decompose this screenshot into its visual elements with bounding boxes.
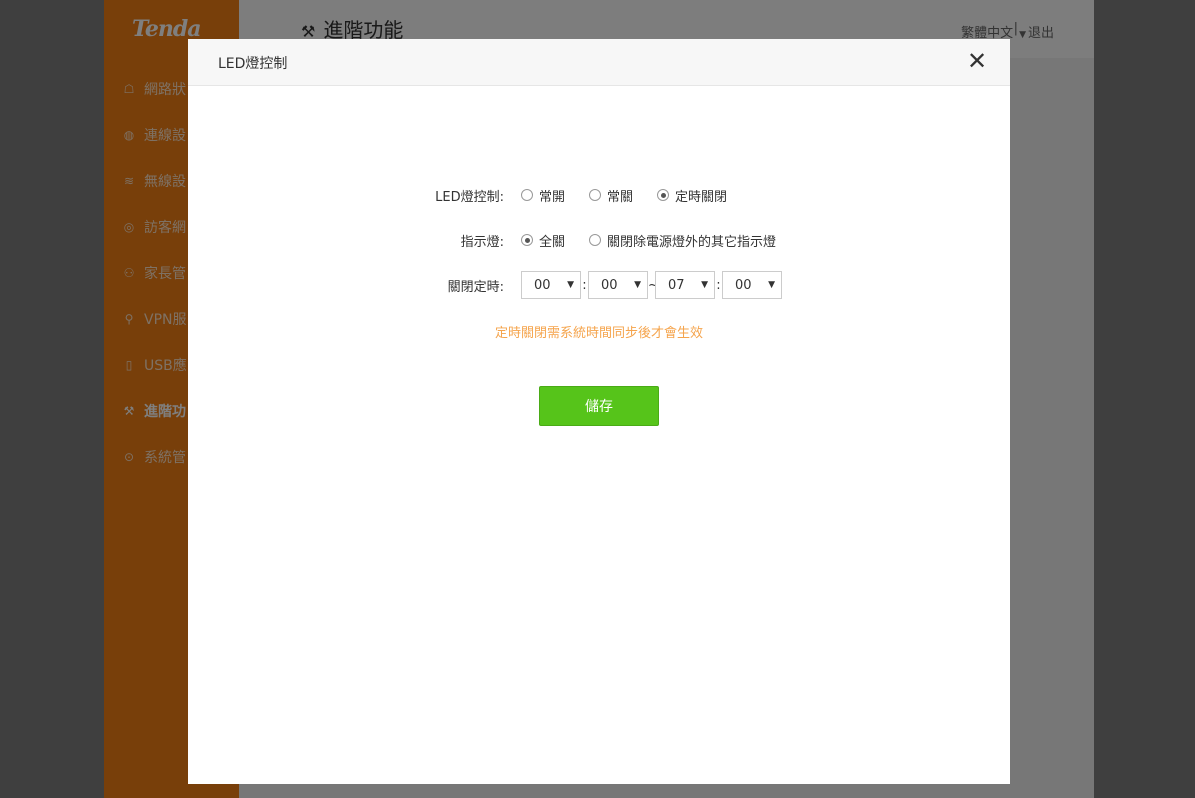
indicator-label: 指示燈: <box>460 234 504 250</box>
dropdown-arrow-icon: ▼ <box>768 280 775 290</box>
modal-header: LED燈控制 ✕ <box>188 39 1010 86</box>
close-icon: ✕ <box>966 48 988 75</box>
select-value: 07 <box>668 277 685 293</box>
led-scheduled-off-radio[interactable]: 定時關閉 <box>657 186 727 205</box>
led-control-label: LED燈控制: <box>435 189 504 205</box>
radio-label: 全關 <box>539 234 566 250</box>
select-value: 00 <box>601 277 618 293</box>
end-minute-select[interactable]: 00 ▼ <box>722 271 782 299</box>
start-hour-select[interactable]: 00 ▼ <box>521 271 581 299</box>
modal-title: LED燈控制 <box>218 56 288 72</box>
radio-label: 關閉除電源燈外的其它指示燈 <box>607 234 777 250</box>
time-colon: : <box>582 277 587 293</box>
radio-dot <box>521 189 533 201</box>
radio-label: 定時關閉 <box>675 189 728 205</box>
radio-label: 常開 <box>539 189 566 205</box>
schedule-tip: 定時關閉需系統時間同步後才會生效 <box>494 326 703 341</box>
start-minute-select[interactable]: 00 ▼ <box>588 271 648 299</box>
select-value: 00 <box>735 277 752 293</box>
end-hour-select[interactable]: 07 ▼ <box>655 271 715 299</box>
select-value: 00 <box>534 277 551 293</box>
close-button[interactable]: ✕ <box>962 47 992 77</box>
dropdown-arrow-icon: ▼ <box>634 280 641 290</box>
dropdown-arrow-icon: ▼ <box>567 280 574 290</box>
radio-dot <box>589 234 602 246</box>
schedule-row: 關閉定時: 00 ▼ : 00 ▼ ~ 07 ▼ : 00 ▼ <box>188 270 1010 300</box>
radio-dot-selected <box>521 234 533 246</box>
save-button[interactable]: 儲存 <box>539 386 659 426</box>
radio-dot <box>589 189 602 201</box>
time-colon: : <box>716 277 721 293</box>
led-control-row: LED燈控制: 常開 常關 定時關閉 <box>188 180 1010 210</box>
radio-label: 常關 <box>607 189 634 205</box>
time-range-tilde: ~ <box>648 277 659 293</box>
led-always-off-radio[interactable]: 常關 <box>589 186 633 205</box>
led-always-on-radio[interactable]: 常開 <box>521 186 565 205</box>
led-control-dialog: LED燈控制 ✕ LED燈控制: 常開 常關 定時關閉 指示燈: 全關 關閉除電… <box>188 39 1010 784</box>
indicator-except-power-radio[interactable]: 關閉除電源燈外的其它指示燈 <box>589 231 776 250</box>
dropdown-arrow-icon: ▼ <box>701 280 708 290</box>
indicator-row: 指示燈: 全關 關閉除電源燈外的其它指示燈 <box>188 225 1010 255</box>
indicator-all-off-radio[interactable]: 全關 <box>521 231 565 250</box>
radio-dot-selected <box>657 189 670 201</box>
schedule-label: 關閉定時: <box>447 279 504 295</box>
